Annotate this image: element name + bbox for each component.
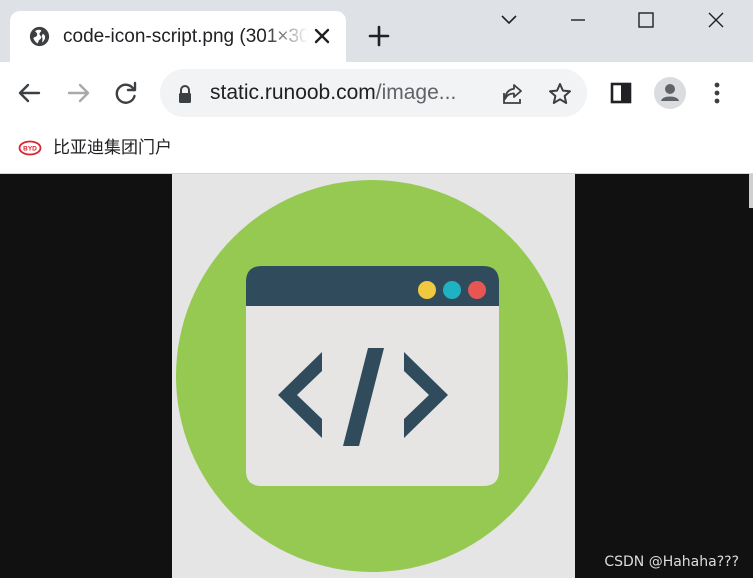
star-icon[interactable] <box>547 81 573 107</box>
window-close-icon[interactable] <box>693 6 739 36</box>
lock-icon[interactable] <box>176 84 194 104</box>
url-path: /image... <box>375 81 457 104</box>
reload-icon[interactable] <box>111 78 141 108</box>
bookmarks-bar: BYD 比亚迪集团门户 <box>0 124 753 174</box>
share-icon[interactable] <box>500 81 526 107</box>
back-arrow-icon[interactable] <box>15 78 45 108</box>
browser-window-graphic <box>246 266 499 486</box>
close-icon[interactable] <box>313 27 331 45</box>
window-title-bar <box>246 266 499 306</box>
address-bar[interactable]: static.runoob.com/image... <box>160 69 587 117</box>
red-dot <box>468 281 486 299</box>
yellow-dot <box>418 281 436 299</box>
avatar-icon[interactable] <box>653 76 687 110</box>
svg-text:BYD: BYD <box>23 146 37 153</box>
url-domain: static.runoob.com <box>210 81 376 104</box>
byd-logo-icon: BYD <box>18 140 42 156</box>
side-panel-icon[interactable] <box>606 78 636 108</box>
globe-icon <box>29 26 50 47</box>
tab-title: code-icon-script.png (301×301) <box>63 26 308 47</box>
displayed-image <box>172 174 575 578</box>
active-tab[interactable]: code-icon-script.png (301×301) <box>10 11 346 62</box>
bookmark-label: 比亚迪集团门户 <box>53 138 172 158</box>
csdn-watermark: CSDN @Hahaha??? <box>604 554 739 570</box>
chevron-down-icon[interactable] <box>486 6 532 36</box>
image-viewer: CSDN @Hahaha??? <box>0 174 753 578</box>
scrollbar-edge[interactable] <box>749 174 753 208</box>
kebab-menu-icon[interactable] <box>702 78 732 108</box>
maximize-icon[interactable] <box>623 6 669 36</box>
code-script-icon <box>176 180 568 572</box>
teal-dot <box>443 281 461 299</box>
forward-arrow-icon[interactable] <box>63 78 93 108</box>
minimize-icon[interactable] <box>555 6 601 36</box>
new-tab-plus-icon[interactable] <box>367 24 391 48</box>
url-text[interactable]: static.runoob.com/image... <box>210 81 456 105</box>
tab-strip: code-icon-script.png (301×301) <box>0 0 753 62</box>
browser-toolbar: static.runoob.com/image... <box>0 62 753 124</box>
